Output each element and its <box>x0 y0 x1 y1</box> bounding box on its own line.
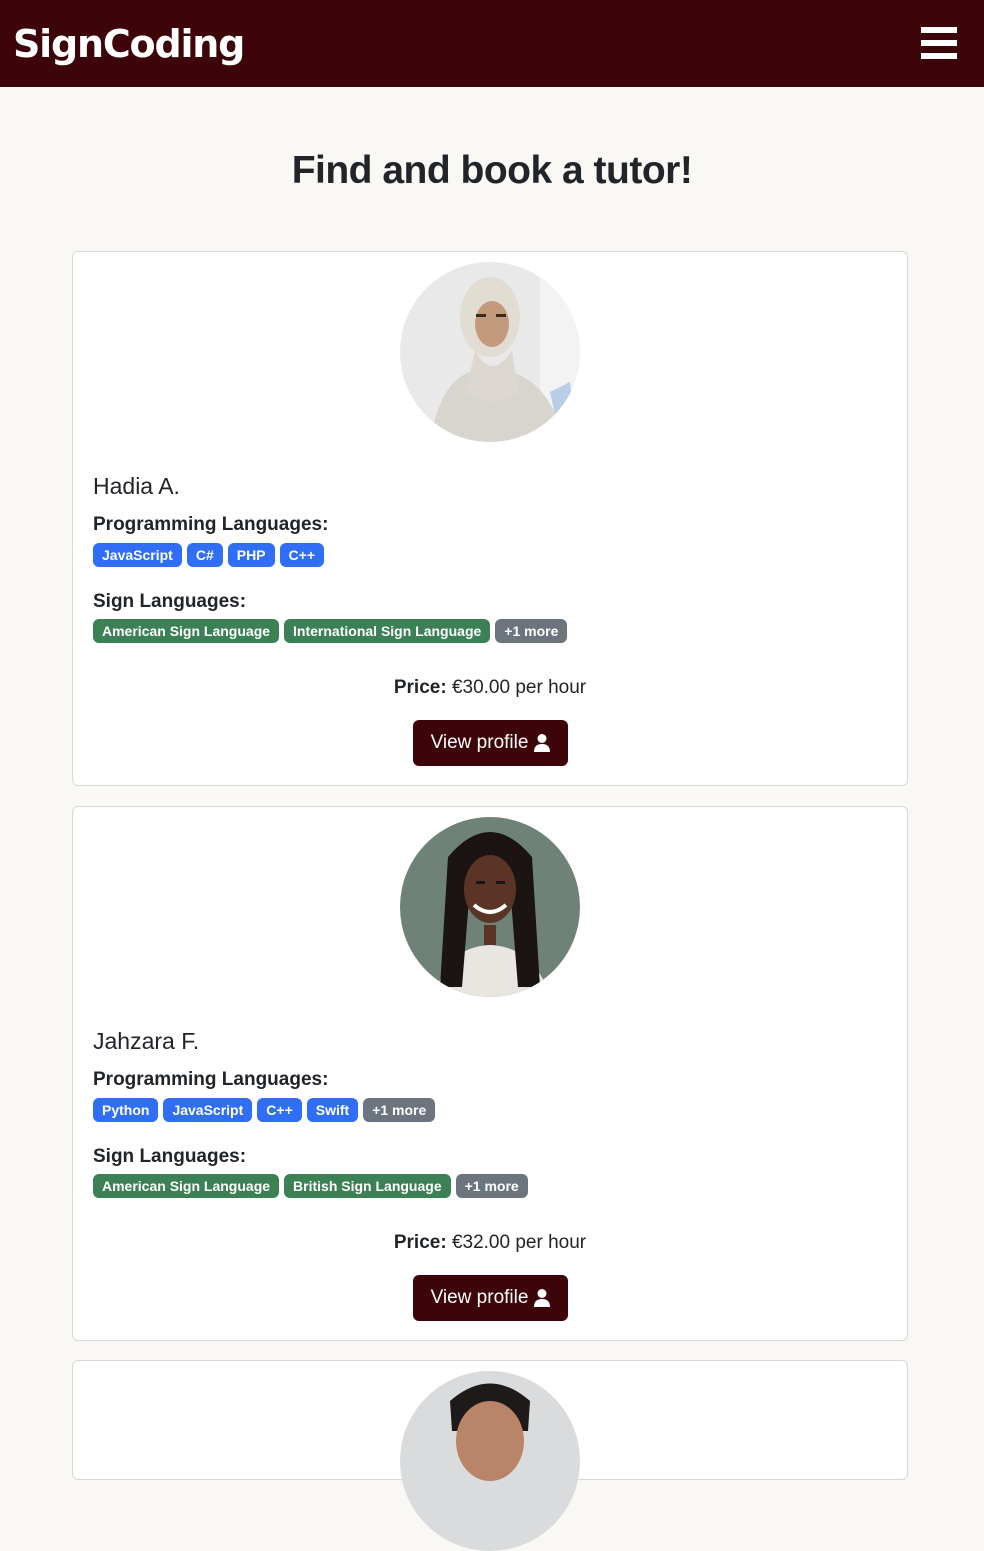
hamburger-menu-icon[interactable] <box>917 25 961 61</box>
sign-languages-label: Sign Languages: <box>93 591 247 612</box>
sign-badges: American Sign Language International Sig… <box>93 619 568 643</box>
tutor-price: Price: €32.00 per hour <box>73 1230 907 1256</box>
tutor-name: Jahzara F. <box>93 1028 200 1054</box>
price-label: Price: <box>393 677 447 698</box>
programming-badge: JavaScript <box>163 1098 253 1122</box>
sign-badge: International Sign Language <box>284 619 491 643</box>
price-value: €32.00 per hour <box>451 1232 587 1253</box>
programming-badges: JavaScript C# PHP C++ <box>93 543 324 567</box>
programming-badge: JavaScript <box>93 543 182 567</box>
view-profile-label: View profile <box>430 1287 529 1308</box>
price-label: Price: <box>393 1232 447 1253</box>
tutor-price: Price: €30.00 per hour <box>73 675 907 701</box>
programming-badge: Python <box>93 1098 159 1122</box>
programming-badge: C++ <box>279 543 324 567</box>
more-badge: +1 more <box>455 1174 528 1198</box>
programming-languages-label: Programming Languages: <box>93 1069 329 1090</box>
brand-logo[interactable]: SignCoding <box>13 20 245 68</box>
tutor-avatar <box>400 262 580 442</box>
tutor-card: Hadia A. Programming Languages: JavaScri… <box>72 251 908 786</box>
page-title: Find and book a tutor! <box>291 149 693 192</box>
price-value: €30.00 per hour <box>451 677 587 698</box>
sign-badge: American Sign Language <box>93 1174 280 1198</box>
sign-languages-label: Sign Languages: <box>93 1146 247 1167</box>
tutor-avatar <box>400 1371 580 1551</box>
tutor-card: Jahzara F. Programming Languages: Python… <box>72 806 908 1341</box>
sign-badges: American Sign Language British Sign Lang… <box>93 1174 528 1198</box>
tutor-avatar <box>400 817 580 997</box>
more-badge: +1 more <box>495 619 568 643</box>
more-badge: +1 more <box>363 1098 436 1122</box>
sign-badge: British Sign Language <box>284 1174 451 1198</box>
programming-badge: PHP <box>227 543 275 567</box>
tutor-card <box>72 1360 908 1551</box>
user-icon <box>534 734 551 752</box>
programming-languages-label: Programming Languages: <box>93 514 329 535</box>
view-profile-button[interactable]: View profile <box>413 720 568 766</box>
programming-badge: Swift <box>306 1098 359 1122</box>
programming-badge: C++ <box>257 1098 302 1122</box>
tutor-name: Hadia A. <box>93 473 180 499</box>
view-profile-label: View profile <box>430 732 529 753</box>
programming-badge: C# <box>186 543 223 567</box>
navbar: SignCoding <box>0 0 984 87</box>
programming-badges: Python JavaScript C++ Swift +1 more <box>93 1098 436 1122</box>
view-profile-button[interactable]: View profile <box>413 1275 568 1321</box>
sign-badge: American Sign Language <box>93 619 280 643</box>
user-icon <box>534 1289 551 1307</box>
